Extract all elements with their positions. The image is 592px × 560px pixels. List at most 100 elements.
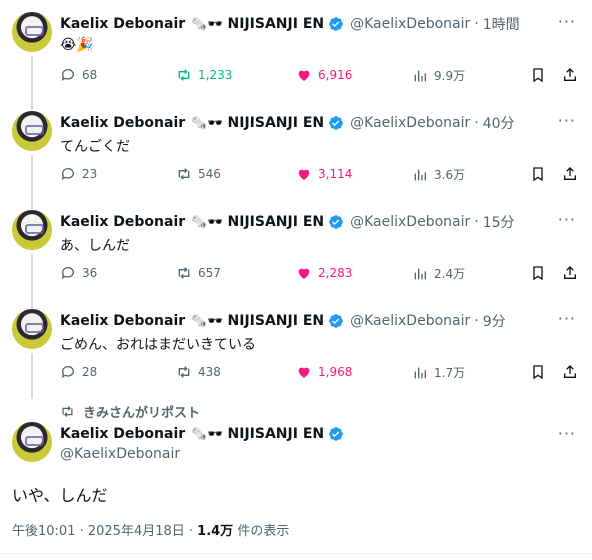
avatar[interactable] (12, 210, 52, 250)
analytics-icon (414, 268, 426, 279)
share-button[interactable] (562, 265, 584, 281)
tweet-timestamp[interactable]: 午後10:01 · 2025年4月18日 · (12, 524, 197, 539)
avatar[interactable] (12, 309, 52, 349)
author-handle[interactable]: @KaelixDebonair (350, 214, 470, 230)
reply-button[interactable]: 23 (60, 166, 97, 182)
more-options-icon[interactable]: ··· (558, 111, 576, 130)
views-button[interactable]: 9.9万 (412, 67, 465, 84)
tweet-text: あ、しんだ (60, 238, 130, 254)
heart-icon (298, 367, 310, 378)
analytics-icon (414, 169, 426, 180)
tweet-time[interactable]: 1時間 (483, 14, 520, 34)
tweet-text: 😭🎉 (60, 37, 94, 53)
reply-icon (61, 267, 74, 279)
author-name[interactable]: Kaelix Debonair (60, 214, 185, 230)
author-org[interactable]: NIJISANJI EN (228, 115, 325, 131)
share-icon (564, 167, 576, 180)
repost-icon (178, 168, 190, 180)
verified-badge-icon (329, 17, 343, 31)
reply-icon (61, 366, 74, 378)
author-name[interactable]: Kaelix Debonair (60, 313, 185, 329)
analytics-icon (414, 367, 426, 378)
like-count: 1,968 (318, 365, 353, 379)
reply-button[interactable]: 36 (60, 265, 97, 281)
author-name[interactable]: Kaelix Debonair (60, 115, 185, 131)
author-emoji: 🗞️🕶️ (191, 16, 224, 32)
reply-button[interactable]: 28 (60, 364, 97, 380)
author-org[interactable]: NIJISANJI EN (228, 426, 325, 442)
repost-button[interactable]: 438 (176, 364, 221, 380)
avatar[interactable] (12, 12, 52, 52)
like-button[interactable]: 3,114 (296, 166, 352, 182)
share-button[interactable] (562, 67, 584, 83)
tweet-actions: 68 1,233 6,916 9.9万 (60, 67, 580, 87)
repost-icon (178, 69, 190, 81)
reply-count: 23 (82, 167, 98, 181)
tweet-header: Kaelix Debonair 🗞️🕶️ NIJISANJI EN @Kaeli… (60, 311, 506, 331)
main-tweet-text: いや、しんだ (12, 486, 108, 505)
bookmark-button[interactable] (530, 364, 552, 380)
avatar[interactable] (12, 422, 52, 462)
heart-icon (298, 169, 310, 180)
repost-icon (62, 406, 73, 417)
author-handle[interactable]: @KaelixDebonair (60, 446, 180, 462)
tweet-time[interactable]: 40分 (483, 113, 515, 133)
repost-label[interactable]: きみさんがリポスト (60, 402, 200, 421)
divider (0, 553, 592, 554)
thread-connector (31, 56, 33, 110)
repost-button[interactable]: 546 (176, 166, 221, 182)
author-org[interactable]: NIJISANJI EN (228, 16, 325, 32)
reply-count: 36 (82, 266, 98, 280)
like-count: 3,114 (318, 167, 353, 181)
tweet-text: ごめん、おれはまだいきている (60, 337, 256, 353)
author-name[interactable]: Kaelix Debonair (60, 16, 185, 32)
author-handle[interactable]: @KaelixDebonair (350, 16, 470, 32)
bookmark-button[interactable] (530, 166, 552, 182)
views-button[interactable]: 2.4万 (412, 265, 465, 282)
like-button[interactable]: 1,968 (296, 364, 352, 380)
views-count: 3.6万 (434, 168, 466, 182)
repost-button[interactable]: 657 (176, 265, 221, 281)
author-handle[interactable]: @KaelixDebonair (350, 115, 470, 131)
like-count: 2,283 (318, 266, 353, 280)
tweet-actions: 28 438 1,968 1.7万 (60, 364, 580, 384)
share-button[interactable] (562, 364, 584, 380)
more-options-icon[interactable]: ··· (558, 424, 576, 443)
share-button[interactable] (562, 166, 584, 182)
tweet-time[interactable]: 15分 (483, 212, 515, 232)
views-count: 9.9万 (434, 69, 466, 83)
separator: · (474, 16, 479, 32)
author-org[interactable]: NIJISANJI EN (228, 313, 325, 329)
views-button[interactable]: 3.6万 (412, 166, 465, 183)
tweet-header: Kaelix Debonair 🗞️🕶️ NIJISANJI EN @Kaeli… (60, 113, 515, 133)
author-handle[interactable]: @KaelixDebonair (350, 313, 470, 329)
views-count: 1.4万 (197, 524, 234, 539)
repost-label-text: きみさんがリポスト (83, 406, 201, 421)
author-org[interactable]: NIJISANJI EN (228, 214, 325, 230)
more-options-icon[interactable]: ··· (558, 309, 576, 328)
like-button[interactable]: 2,283 (296, 265, 352, 281)
reply-count: 68 (82, 68, 98, 82)
more-options-icon[interactable]: ··· (558, 210, 576, 229)
main-handle-line: @KaelixDebonair (60, 446, 180, 462)
author-emoji: 🗞️🕶️ (191, 115, 224, 131)
bookmark-button[interactable] (530, 265, 552, 281)
reply-button[interactable]: 68 (60, 67, 97, 83)
like-button[interactable]: 6,916 (296, 67, 352, 83)
views-button[interactable]: 1.7万 (412, 364, 465, 381)
views-count: 2.4万 (434, 267, 466, 281)
bookmark-icon (533, 266, 543, 281)
repost-button[interactable]: 1,233 (176, 67, 232, 83)
avatar[interactable] (12, 111, 52, 151)
verified-badge-icon (329, 314, 343, 328)
bookmark-button[interactable] (530, 67, 552, 83)
tweet-time[interactable]: 9分 (483, 311, 506, 331)
author-emoji: 🗞️🕶️ (191, 426, 224, 442)
views-count: 1.7万 (434, 366, 466, 380)
thread-connector (31, 254, 33, 308)
thread-connector (31, 155, 33, 209)
repost-count: 657 (198, 266, 221, 280)
more-options-icon[interactable]: ··· (558, 12, 576, 31)
views-label: 件の表示 (233, 524, 290, 539)
author-name[interactable]: Kaelix Debonair (60, 426, 185, 442)
